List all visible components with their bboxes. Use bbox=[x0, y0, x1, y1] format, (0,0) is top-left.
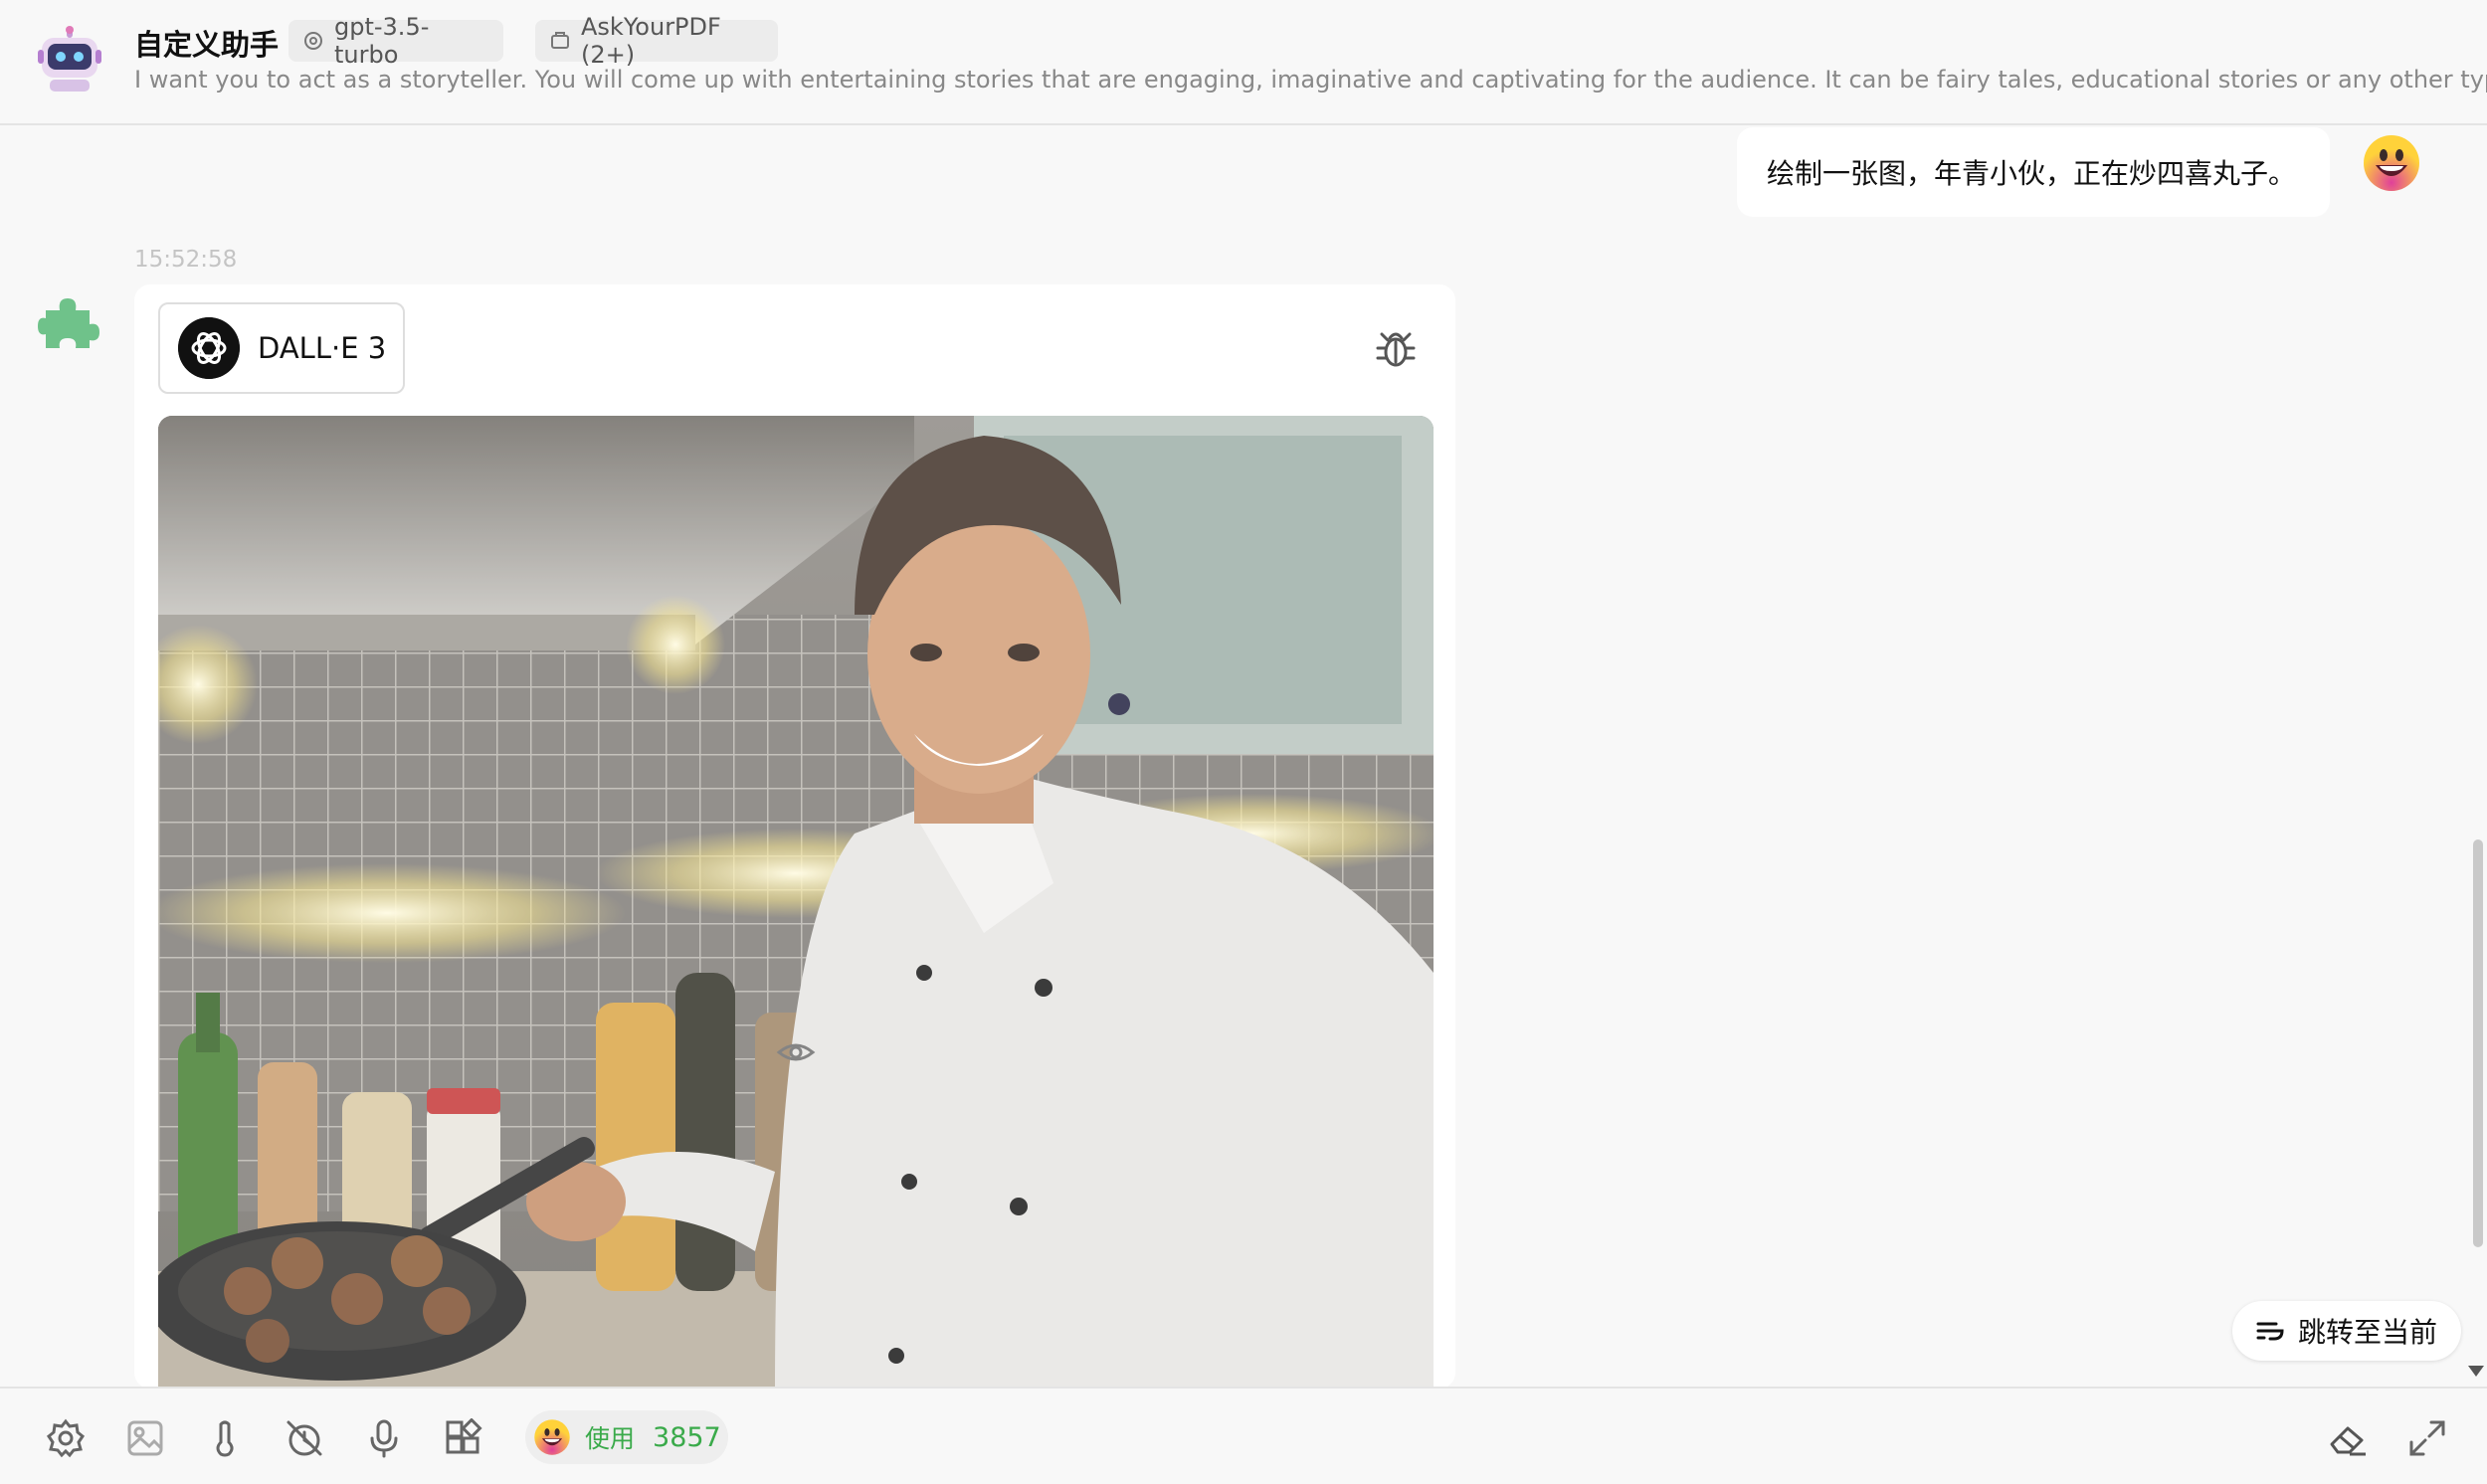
model-tag-label: gpt-3.5-turbo bbox=[334, 13, 430, 69]
eraser-icon[interactable] bbox=[2328, 1418, 2368, 1458]
image-upload-icon[interactable] bbox=[125, 1418, 165, 1458]
history-off-icon[interactable] bbox=[285, 1418, 324, 1458]
microphone-icon[interactable] bbox=[364, 1418, 404, 1458]
bug-icon[interactable] bbox=[1376, 326, 1416, 370]
grinning-face-icon bbox=[534, 1419, 570, 1455]
expand-icon[interactable] bbox=[2407, 1418, 2447, 1458]
plugin-store-icon bbox=[551, 32, 569, 49]
openai-logo-icon bbox=[178, 317, 240, 379]
token-usage-label: 使用 bbox=[585, 1424, 636, 1453]
agent-name: 自定义助手 bbox=[134, 28, 280, 62]
scrollbar-thumb[interactable] bbox=[2473, 839, 2483, 1247]
user-message-bubble: 绘制一张图，年青小伙，正在炒四喜丸子。 bbox=[1737, 127, 2330, 217]
agent-description: I want you to act as a storyteller. You … bbox=[134, 66, 2487, 93]
scroll-down-arrow-icon[interactable] bbox=[2465, 1363, 2487, 1379]
chat-header: 自定义助手 gpt-3.5-turbo AskYourPDF (2+) I wa… bbox=[0, 0, 2487, 125]
assistant-message-card: DALL·E 3 bbox=[134, 284, 1455, 1391]
user-message-text: 绘制一张图，年青小伙，正在炒四喜丸子。 bbox=[1767, 157, 2297, 190]
openai-icon bbox=[304, 32, 322, 50]
model-tag[interactable]: gpt-3.5-turbo bbox=[288, 13, 503, 69]
jump-list-icon bbox=[2256, 1322, 2284, 1341]
puzzle-piece-icon[interactable] bbox=[38, 290, 99, 352]
robot-icon[interactable] bbox=[36, 26, 103, 93]
plugin-tag[interactable]: AskYourPDF (2+) bbox=[535, 13, 778, 69]
plugin-chip[interactable]: DALL·E 3 bbox=[158, 302, 405, 394]
token-usage-count: 3857 bbox=[653, 1421, 721, 1453]
grinning-face-icon[interactable] bbox=[2362, 133, 2421, 193]
temperature-icon[interactable] bbox=[205, 1418, 245, 1458]
input-toolbar: 使用 3857 bbox=[0, 1387, 2487, 1484]
plugin-name: DALL·E 3 bbox=[258, 331, 387, 365]
message-timestamp: 15:52:58 bbox=[134, 247, 238, 273]
jump-to-current-button[interactable]: 跳转至当前 bbox=[2232, 1301, 2461, 1361]
tools-icon[interactable] bbox=[444, 1417, 483, 1458]
settings-icon[interactable] bbox=[46, 1418, 86, 1458]
jump-to-current-label: 跳转至当前 bbox=[2297, 1316, 2437, 1349]
plugin-tag-label: AskYourPDF (2+) bbox=[581, 13, 721, 69]
generated-image[interactable] bbox=[158, 416, 1434, 1391]
token-usage-pill[interactable]: 使用 3857 bbox=[525, 1410, 728, 1464]
